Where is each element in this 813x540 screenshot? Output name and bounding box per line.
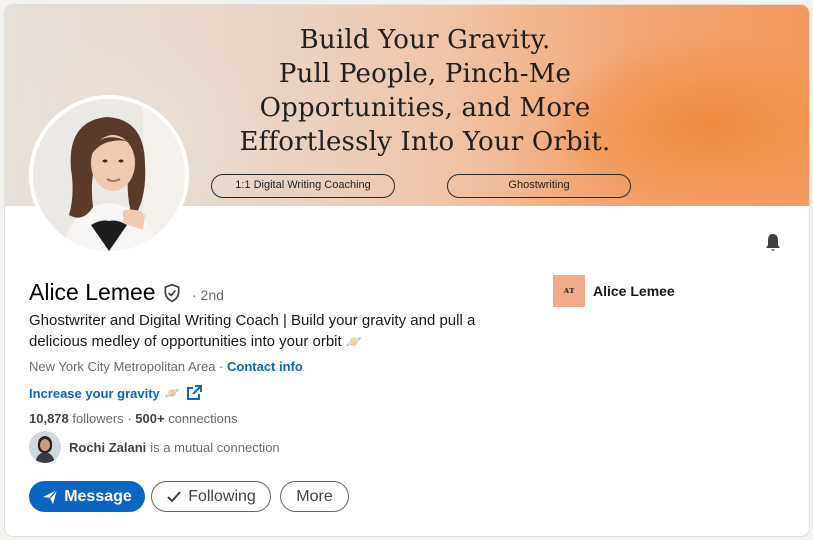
- current-company[interactable]: ᴀᴛ Alice Lemee: [553, 275, 675, 307]
- profile-headline: Ghostwriter and Digital Writing Coach | …: [29, 310, 529, 352]
- banner-headline-line: Build Your Gravity.: [299, 25, 551, 55]
- message-button[interactable]: Message: [29, 481, 145, 512]
- profile-headline-text: Ghostwriter and Digital Writing Coach | …: [29, 312, 476, 350]
- profile-location-row: New York City Metropolitan Area · Contac…: [29, 359, 303, 374]
- banner-pill-coaching: 1:1 Digital Writing Coaching: [211, 174, 395, 198]
- following-button-label: Following: [188, 487, 256, 505]
- more-button-label: More: [296, 487, 333, 505]
- contact-info-link[interactable]: Contact info: [227, 359, 303, 374]
- website-link[interactable]: Increase your gravity 🪐: [29, 385, 202, 401]
- send-icon: [43, 489, 58, 504]
- company-name: Alice Lemee: [593, 283, 675, 299]
- message-button-label: Message: [64, 487, 132, 505]
- external-link-icon: [186, 385, 202, 400]
- mutual-connection[interactable]: Rochi Zalani is a mutual connection: [29, 431, 280, 463]
- followers-label: followers: [72, 411, 124, 426]
- banner-headline-line: Effortlessly Into Your Orbit.: [239, 127, 611, 157]
- planet-emoji-icon: 🪐: [164, 386, 180, 400]
- profile-location: New York City Metropolitan Area: [29, 359, 216, 374]
- website-link-label: Increase your gravity: [29, 385, 160, 401]
- banner-headline: Build Your Gravity. Pull People, Pinch-M…: [205, 23, 645, 159]
- profile-name: Alice Lemee: [29, 279, 156, 305]
- connections-label: connections: [168, 411, 238, 426]
- banner-headline-line: Pull People, Pinch-Me: [278, 59, 572, 89]
- checkmark-icon: [167, 490, 181, 502]
- connections-count[interactable]: 500+: [135, 411, 164, 426]
- notification-bell-icon[interactable]: [761, 231, 785, 255]
- network-stats: 10,878 followers · 500+ connections: [29, 411, 238, 426]
- profile-photo-image: [33, 99, 185, 251]
- more-button[interactable]: More: [280, 481, 349, 512]
- mutual-connection-text: is a mutual connection: [150, 439, 280, 455]
- mutual-connection-avatar: [29, 431, 61, 463]
- following-button[interactable]: Following: [151, 481, 271, 512]
- mutual-connection-name: Rochi Zalani: [69, 439, 147, 455]
- profile-name-row: Alice Lemee: [29, 279, 182, 306]
- profile-card: Build Your Gravity. Pull People, Pinch-M…: [5, 5, 809, 536]
- banner-headline-line: Opportunities, and More: [259, 93, 591, 123]
- profile-photo[interactable]: [29, 95, 189, 255]
- verified-shield-icon[interactable]: [162, 283, 182, 303]
- company-logo: ᴀᴛ: [553, 275, 585, 307]
- planet-emoji-icon: 🪐: [345, 334, 363, 349]
- connection-degree: · 2nd: [192, 287, 224, 303]
- followers-count[interactable]: 10,878: [29, 411, 69, 426]
- location-separator: ·: [215, 359, 227, 374]
- banner-pill-ghostwriting: Ghostwriting: [447, 174, 631, 198]
